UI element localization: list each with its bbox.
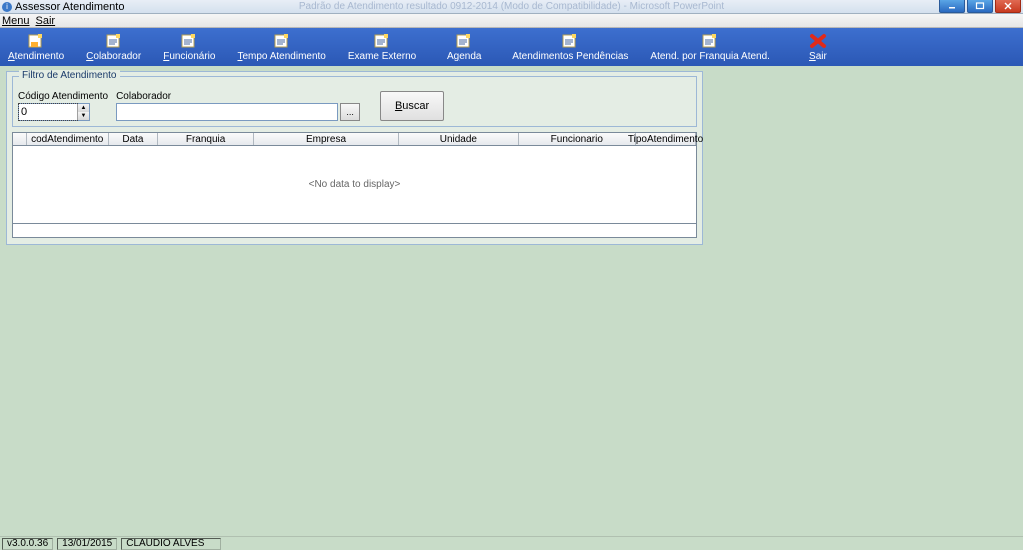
grid-body: <No data to display> bbox=[12, 146, 697, 224]
tempo-icon bbox=[272, 32, 292, 50]
tool-atend-franquia[interactable]: Atend. por Franquia Atend. bbox=[650, 32, 770, 62]
grid-footer-scroll[interactable] bbox=[12, 224, 697, 238]
tool-label: Atendimento bbox=[8, 51, 64, 62]
atendimento-icon bbox=[26, 32, 46, 50]
grid-empty-text: <No data to display> bbox=[309, 179, 401, 190]
content-area: Filtro de Atendimento Código Atendimento… bbox=[0, 66, 1023, 250]
window-titlebar: i Assessor Atendimento Padrão de Atendim… bbox=[0, 0, 1023, 14]
status-date: 13/01/2015 bbox=[57, 538, 117, 550]
spin-up-icon[interactable]: ▲ bbox=[78, 104, 89, 112]
franquia-icon bbox=[700, 32, 720, 50]
funcionario-icon bbox=[179, 32, 199, 50]
tool-label: Atendimentos Pendências bbox=[512, 51, 628, 62]
tool-exame-externo[interactable]: Exame Externo bbox=[348, 32, 416, 62]
tool-label: Colaborador bbox=[86, 51, 141, 62]
tool-atendimento[interactable]: Atendimento bbox=[8, 32, 64, 62]
maximize-button[interactable] bbox=[967, 0, 993, 13]
exit-icon bbox=[808, 32, 828, 50]
info-icon: i bbox=[2, 2, 12, 12]
window-title: Assessor Atendimento bbox=[15, 1, 124, 13]
background-app-title: Padrão de Atendimento resultado 0912-201… bbox=[299, 1, 724, 12]
status-user: CLAUDIO ALVES bbox=[121, 538, 221, 550]
tool-funcionario[interactable]: Funcionário bbox=[163, 32, 215, 62]
tool-label: Atend. por Franquia Atend. bbox=[650, 51, 770, 62]
atendimento-panel: Filtro de Atendimento Código Atendimento… bbox=[6, 71, 703, 245]
window-controls bbox=[939, 0, 1021, 13]
grid-col-tipoatendimento[interactable]: TipoAtendimento bbox=[636, 133, 696, 145]
exame-icon bbox=[372, 32, 392, 50]
statusbar: v3.0.0.36 13/01/2015 CLAUDIO ALVES bbox=[0, 536, 1023, 550]
colaborador-input[interactable] bbox=[116, 103, 338, 121]
colaborador-icon bbox=[104, 32, 124, 50]
tool-agenda[interactable]: Agenda bbox=[438, 32, 490, 62]
menubar: Menu Sair bbox=[0, 14, 1023, 28]
toolbar: Atendimento Colaborador Funcionário Temp… bbox=[0, 28, 1023, 66]
spin-down-icon[interactable]: ▼ bbox=[78, 112, 89, 120]
grid-col-funcionario[interactable]: Funcionario bbox=[519, 133, 636, 145]
tool-colaborador[interactable]: Colaborador bbox=[86, 32, 141, 62]
menu-item-sair[interactable]: Sair bbox=[36, 15, 56, 27]
tool-label: Funcionário bbox=[163, 51, 215, 62]
agenda-icon bbox=[454, 32, 474, 50]
tool-label: Exame Externo bbox=[348, 51, 416, 62]
grid-col-empresa[interactable]: Empresa bbox=[254, 133, 399, 145]
grid-col-selector[interactable] bbox=[13, 133, 27, 145]
menu-item-menu[interactable]: Menu bbox=[2, 15, 30, 27]
colaborador-label: Colaborador bbox=[116, 91, 360, 102]
tool-label: Agenda bbox=[447, 51, 481, 62]
tool-sair[interactable]: Sair bbox=[792, 32, 844, 62]
colaborador-lookup-button[interactable]: ... bbox=[340, 103, 360, 121]
grid-col-codatendimento[interactable]: codAtendimento bbox=[27, 133, 109, 145]
codigo-input[interactable] bbox=[19, 104, 77, 120]
codigo-spinbox[interactable]: ▲ ▼ bbox=[18, 103, 90, 121]
grid-col-franquia[interactable]: Franquia bbox=[158, 133, 254, 145]
close-button[interactable] bbox=[995, 0, 1021, 13]
pendencias-icon bbox=[560, 32, 580, 50]
tool-label: Tempo Atendimento bbox=[237, 51, 325, 62]
spinner-arrows[interactable]: ▲ ▼ bbox=[77, 104, 89, 120]
fieldset-legend: Filtro de Atendimento bbox=[19, 70, 120, 81]
filter-fieldset: Filtro de Atendimento Código Atendimento… bbox=[12, 76, 697, 127]
grid: codAtendimento Data Franquia Empresa Uni… bbox=[12, 132, 697, 238]
minimize-button[interactable] bbox=[939, 0, 965, 13]
grid-col-data[interactable]: Data bbox=[109, 133, 159, 145]
status-version: v3.0.0.36 bbox=[2, 538, 53, 550]
buscar-button[interactable]: Buscar bbox=[380, 91, 444, 121]
tool-tempo-atendimento[interactable]: Tempo Atendimento bbox=[237, 32, 325, 62]
codigo-label: Código Atendimento bbox=[18, 91, 108, 102]
grid-col-unidade[interactable]: Unidade bbox=[399, 133, 518, 145]
tool-atend-pendencias[interactable]: Atendimentos Pendências bbox=[512, 32, 628, 62]
grid-header: codAtendimento Data Franquia Empresa Uni… bbox=[12, 132, 697, 146]
tool-label: Sair bbox=[809, 51, 827, 62]
